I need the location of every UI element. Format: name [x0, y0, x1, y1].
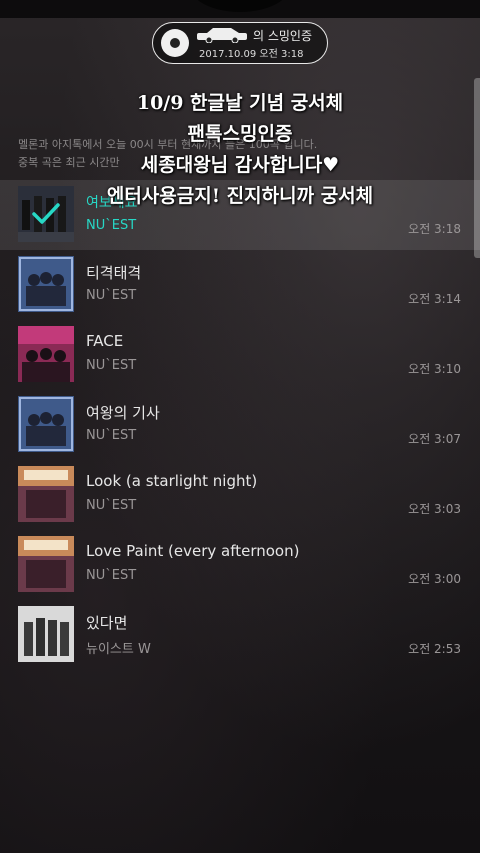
song-title: 티격태격	[86, 264, 142, 282]
song-artist: NU`EST	[86, 358, 137, 373]
song-row[interactable]: FACE NU`EST 오전 3:10	[0, 320, 480, 390]
caption-line: 팬톡스밍인증	[187, 123, 293, 145]
song-row[interactable]: Look (a starlight night) NU`EST 오전 3:03	[0, 460, 480, 530]
song-time: 오전 3:03	[408, 502, 461, 516]
song-time: 오전 3:07	[408, 432, 461, 446]
song-artist: NU`EST	[86, 288, 137, 303]
caption-line: 세종대왕님 감사합니다♥	[140, 154, 340, 176]
overlay-caption: 10/9 한글날 기념 궁서체 팬톡스밍인증 세종대왕님 감사합니다♥ 엔터사용…	[0, 88, 480, 212]
song-artist: NU`EST	[86, 218, 137, 233]
song-time: 오전 3:10	[408, 362, 461, 376]
album-art	[18, 326, 74, 382]
song-title: Love Paint (every afternoon)	[86, 542, 300, 560]
song-artist: NU`EST	[86, 568, 137, 583]
song-row[interactable]: Love Paint (every afternoon) NU`EST 오전 3…	[0, 530, 480, 600]
song-row[interactable]: 있다면 뉴이스트 W 오전 2:53	[0, 600, 480, 670]
car-icon	[197, 28, 247, 43]
streaming-badge: 의 스밍인증 2017.10.09 오전 3:18	[152, 22, 328, 64]
song-time: 오전 2:53	[408, 642, 461, 656]
caption-line: 10/9 한글날 기념 궁서체	[136, 92, 344, 114]
song-artist: NU`EST	[86, 428, 137, 443]
album-art	[18, 536, 74, 592]
song-time: 오전 3:18	[408, 222, 461, 236]
song-row[interactable]: 티격태격 NU`EST 오전 3:14	[0, 250, 480, 320]
song-title: 여왕의 기사	[86, 404, 160, 422]
album-art	[18, 256, 74, 312]
streaming-proof-screen: 의 스밍인증 2017.10.09 오전 3:18 10/9 한글날 기념 궁서…	[0, 0, 480, 853]
song-time: 오전 3:00	[408, 572, 461, 586]
album-art	[18, 606, 74, 662]
badge-date: 2017.10.09 오전 3:18	[199, 49, 304, 60]
badge-title: 의 스밍인증	[253, 29, 313, 43]
disc-icon	[161, 29, 189, 57]
album-art	[18, 396, 74, 452]
song-title: FACE	[86, 332, 124, 350]
song-artist: 뉴이스트 W	[86, 642, 151, 657]
song-artist: NU`EST	[86, 498, 137, 513]
album-art	[18, 466, 74, 522]
song-title: Look (a starlight night)	[86, 472, 258, 490]
song-title: 있다면	[86, 614, 128, 632]
song-row[interactable]: 여왕의 기사 NU`EST 오전 3:07	[0, 390, 480, 460]
song-time: 오전 3:14	[408, 292, 461, 306]
caption-line: 엔터사용금지! 진지하니까 궁서체	[106, 185, 374, 207]
